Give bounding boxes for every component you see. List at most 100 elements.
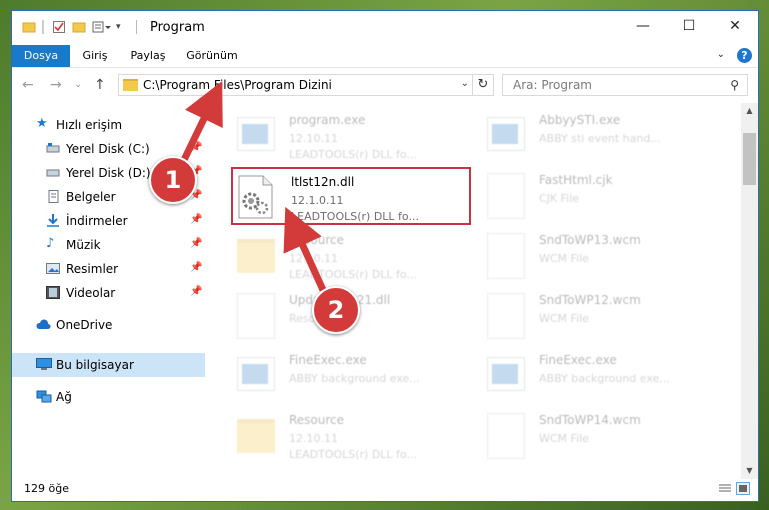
maximize-button[interactable]: ☐ xyxy=(666,11,712,41)
file-tile[interactable]: AbbyySTI.exe ABBY sti event hand... xyxy=(481,107,721,165)
forward-button[interactable]: → xyxy=(50,77,62,93)
file-tile-highlighted[interactable]: ltlst12n.dll 12.1.0.11 LEADTOOLS(r) DLL … xyxy=(231,167,471,225)
sidebar-item-music[interactable]: ♪ Müzik 📌 xyxy=(12,233,205,257)
search-box[interactable]: Ara: Program ⚲ xyxy=(502,74,748,96)
properties-icon[interactable] xyxy=(52,20,66,34)
search-icon[interactable]: ⚲ xyxy=(730,78,739,92)
close-button[interactable]: ✕ xyxy=(712,11,758,41)
pin-icon[interactable]: 📌 xyxy=(190,262,202,273)
expand-ribbon-icon[interactable]: ⌄ xyxy=(717,49,725,60)
navigation-bar: ← → ⌄ ↑ C:\Program Files\Program Dizini … xyxy=(12,67,758,103)
tab-share[interactable]: Paylaş xyxy=(120,45,176,67)
sidebar-item-label: Ağ xyxy=(56,390,72,404)
file-detail: LEADTOOLS(r) DLL fo... xyxy=(289,268,417,281)
exe-icon xyxy=(237,357,275,391)
minimize-button[interactable]: — xyxy=(620,11,666,41)
tab-view[interactable]: Görünüm xyxy=(178,45,246,67)
file-detail: WCM File xyxy=(539,312,589,325)
sidebar-item-label: Bu bilgisayar xyxy=(56,358,134,372)
sidebar-item-label: Resimler xyxy=(66,262,119,276)
step-1-badge: 1 xyxy=(149,156,197,204)
file-detail: WCM File xyxy=(539,432,589,445)
pin-icon[interactable]: 📌 xyxy=(190,214,202,225)
help-icon[interactable]: ? xyxy=(737,48,752,63)
customize-toolbar-icon[interactable] xyxy=(92,20,112,34)
file-name: SndToWP12.wcm xyxy=(539,293,641,307)
sidebar-item-downloads[interactable]: İndirmeler 📌 xyxy=(12,209,205,233)
quick-access-dropdown-icon[interactable]: ▾ xyxy=(116,20,130,34)
item-count: 129 öğe xyxy=(24,482,69,495)
file-tile[interactable]: Resource 12.10.11 LEADTOOLS(r) DLL fo... xyxy=(231,227,471,285)
pin-icon[interactable]: 📌 xyxy=(190,142,202,153)
file-name: SndToWP13.wcm xyxy=(539,233,641,247)
sidebar-item-onedrive[interactable]: OneDrive xyxy=(12,313,205,337)
sidebar-item-label: Yerel Disk (D:) xyxy=(66,166,151,180)
search-placeholder[interactable]: Ara: Program xyxy=(513,78,592,92)
details-view-icon[interactable] xyxy=(718,482,732,495)
file-detail: LEADTOOLS(r) DLL fo... xyxy=(291,210,419,223)
address-dropdown-icon[interactable]: ⌄ xyxy=(461,78,469,89)
pin-icon[interactable]: 📌 xyxy=(190,238,202,249)
folder-icon xyxy=(237,239,275,273)
exe-icon xyxy=(237,117,275,151)
sidebar-item-pictures[interactable]: Resimler 📌 xyxy=(12,257,205,281)
vertical-scrollbar[interactable]: ▲ ▼ xyxy=(741,103,758,479)
file-tile[interactable]: SndToWP14.wcm WCM File xyxy=(481,407,721,465)
file-tile[interactable]: FineExec.exe ABBY background exe... xyxy=(481,347,721,405)
back-button[interactable]: ← xyxy=(22,77,34,93)
file-tile[interactable]: SndToWP13.wcm WCM File xyxy=(481,227,721,285)
address-bar[interactable]: C:\Program Files\Program Dizini ⌄ ↻ xyxy=(118,74,494,96)
window-title: Program xyxy=(150,20,205,35)
tab-home[interactable]: Giriş xyxy=(70,45,120,67)
sidebar-item-this-pc[interactable]: Bu bilgisayar xyxy=(12,353,205,377)
file-detail: LEADTOOLS(r) DLL fo... xyxy=(289,448,417,461)
file-tile[interactable]: program.exe 12.10.11 LEADTOOLS(r) DLL fo… xyxy=(231,107,471,165)
network-icon xyxy=(36,390,52,403)
ribbon-tabs: Dosya Giriş Paylaş Görünüm ⌄ ? xyxy=(12,45,758,68)
drive-icon xyxy=(46,142,60,155)
sidebar-item-label: Müzik xyxy=(66,238,101,252)
drive-icon xyxy=(46,166,60,179)
file-name: FastHtml.cjk xyxy=(539,173,613,187)
status-bar: 129 öğe xyxy=(12,477,758,501)
step-2-badge: 2 xyxy=(312,286,360,334)
pin-icon[interactable]: 📌 xyxy=(190,286,202,297)
file-name: FineExec.exe xyxy=(289,353,367,367)
file-tile[interactable]: SndToWP12.wcm WCM File xyxy=(481,287,721,345)
new-folder-icon[interactable] xyxy=(72,20,86,34)
large-icons-view-icon[interactable] xyxy=(736,482,750,495)
file-tile[interactable]: FastHtml.cjk CJK File xyxy=(481,167,721,225)
file-name: ltlst12n.dll xyxy=(291,175,355,189)
file-detail: ABBY background exe... xyxy=(289,372,420,385)
pictures-icon xyxy=(46,262,60,275)
sidebar-item-label: Hızlı erişim xyxy=(56,118,123,132)
file-list: program.exe 12.10.11 LEADTOOLS(r) DLL fo… xyxy=(221,103,741,479)
sidebar-item-label: İndirmeler xyxy=(66,214,128,228)
music-icon: ♪ xyxy=(46,236,55,251)
recent-locations-button[interactable]: ⌄ xyxy=(74,79,82,90)
dll-gear-icon xyxy=(237,175,275,221)
up-button[interactable]: ↑ xyxy=(94,77,106,93)
file-tile[interactable]: FineExec.exe ABBY background exe... xyxy=(231,347,471,405)
address-text[interactable]: C:\Program Files\Program Dizini xyxy=(143,78,332,92)
scroll-thumb[interactable] xyxy=(743,133,756,185)
sidebar-item-label: Videolar xyxy=(66,286,116,300)
separator xyxy=(42,20,44,34)
file-tile[interactable]: Resource 12.10.11 LEADTOOLS(r) DLL fo... xyxy=(231,407,471,465)
scroll-up-icon[interactable]: ▲ xyxy=(741,103,758,119)
downloads-icon xyxy=(46,214,60,227)
sidebar-item-quick-access[interactable]: ★ Hızlı erişim xyxy=(12,113,205,137)
folder-icon xyxy=(237,419,275,453)
sidebar-item-videos[interactable]: Videolar 📌 xyxy=(12,281,205,305)
refresh-icon[interactable]: ↻ xyxy=(472,75,493,95)
document-icon xyxy=(487,413,525,459)
file-detail: CJK File xyxy=(539,192,580,205)
star-icon: ★ xyxy=(36,116,48,131)
cloud-icon xyxy=(36,318,51,331)
sidebar-item-network[interactable]: Ağ xyxy=(12,385,205,409)
tab-file[interactable]: Dosya xyxy=(12,45,70,67)
document-icon xyxy=(487,233,525,279)
file-name: SndToWP14.wcm xyxy=(539,413,641,427)
exe-icon xyxy=(487,357,525,391)
file-detail: ABBY sti event hand... xyxy=(539,132,661,145)
